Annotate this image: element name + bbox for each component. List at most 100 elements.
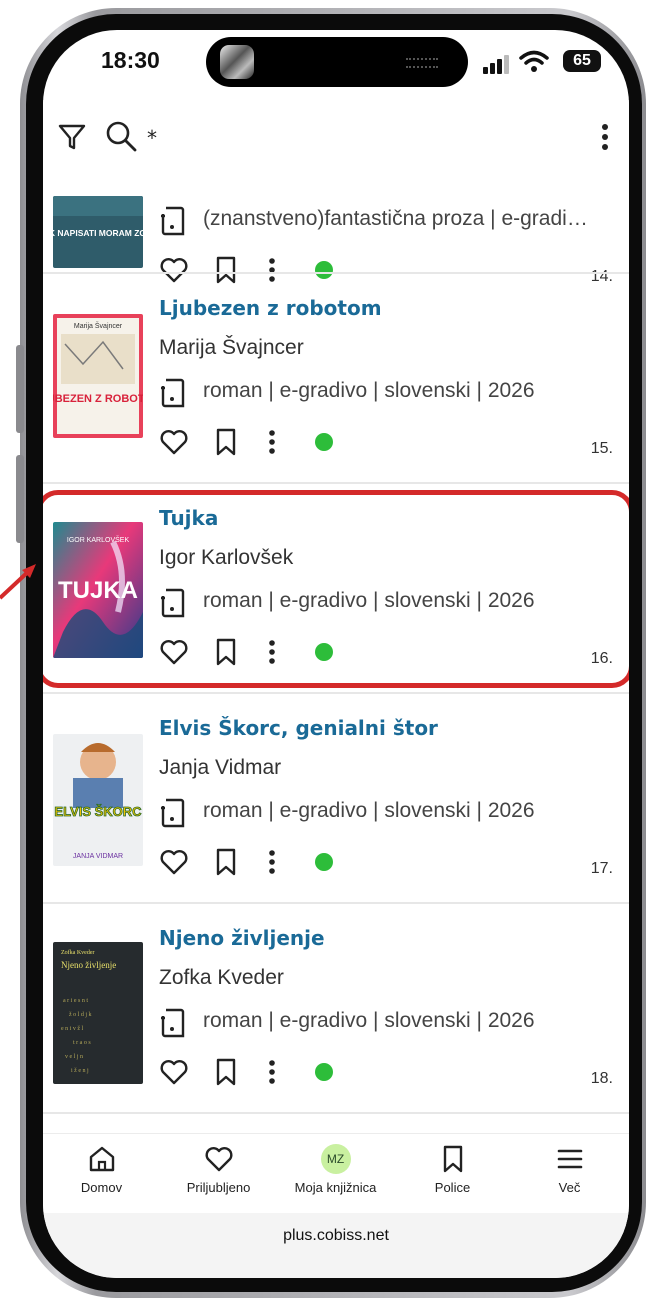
book-author[interactable]: Zofka Kveder <box>159 966 284 990</box>
item-number: 16. <box>590 650 613 667</box>
nav-home[interactable]: Domov <box>43 1144 160 1195</box>
book-author[interactable]: Marija Švajncer <box>159 336 304 360</box>
book-title-link[interactable]: Ljubezen z robotom <box>159 296 382 320</box>
nav-home-label: Domov <box>80 1180 123 1195</box>
svg-text:a r i e s n t: a r i e s n t <box>63 998 88 1004</box>
status-bar: 18:30 65 <box>43 30 629 100</box>
list-item[interactable]: AMPAK NAPISATI MORAM ZGODBO (znanstveno)… <box>43 176 629 285</box>
search-icon[interactable] <box>105 120 137 152</box>
ebook-icon <box>161 206 185 236</box>
availability-status-icon <box>315 643 333 661</box>
svg-text:t r a o s: t r a o s <box>73 1040 91 1046</box>
volume-down-button <box>16 455 24 543</box>
availability-status-icon <box>315 433 333 451</box>
avatar: MZ <box>320 1144 351 1174</box>
book-cover: IGOR KARLOVŠEK TUJKA <box>53 522 143 658</box>
nav-shelves-label: Police <box>434 1180 471 1195</box>
book-cover: Zofka Kveder Njeno življenje a r i e s n… <box>53 942 143 1084</box>
bookmark-icon[interactable] <box>213 637 239 667</box>
material-meta: roman | e-gradivo | slovenski | 2026 <box>203 379 535 402</box>
material-info: roman | e-gradivo | slovenski | 2026 <box>159 378 619 408</box>
nav-my-library[interactable]: MZ Moja knjižnica <box>277 1144 394 1195</box>
nav-favorites[interactable]: Priljubljeno <box>160 1144 277 1195</box>
cellular-signal-icon <box>483 54 513 74</box>
material-meta: roman | e-gradivo | slovenski | 2026 <box>203 589 535 612</box>
material-info: roman | e-gradivo | slovenski | 2026 <box>159 588 619 618</box>
material-meta: roman | e-gradivo | slovenski | 2026 <box>203 1009 535 1032</box>
battery-indicator: 65 <box>563 50 601 72</box>
book-cover: AMPAK NAPISATI MORAM ZGODBO <box>53 196 143 268</box>
item-number: 17. <box>590 860 613 877</box>
list-item[interactable]: Marija Švajncer LJUBEZEN Z ROBOTOM Ljube… <box>43 274 629 484</box>
volume-up-button <box>16 345 24 433</box>
list-item[interactable]: Zofka Kveder Njeno življenje a r i e s n… <box>43 904 629 1114</box>
book-author[interactable]: Igor Karlovšek <box>159 546 293 570</box>
browser-url-bar[interactable]: plus.cobiss.net <box>43 1213 629 1278</box>
cover-title: AMPAK NAPISATI MORAM ZGODBO <box>53 228 143 238</box>
svg-text:IGOR KARLOVŠEK: IGOR KARLOVŠEK <box>67 535 130 544</box>
bookmark-icon <box>443 1145 462 1173</box>
filter-icon[interactable] <box>57 122 87 152</box>
heart-icon[interactable] <box>159 847 189 877</box>
bookmark-icon[interactable] <box>213 1057 239 1087</box>
nav-favorites-label: Priljubljeno <box>186 1180 251 1195</box>
svg-text:JANJA VIDMAR: JANJA VIDMAR <box>73 853 123 860</box>
dynamic-island <box>206 37 468 87</box>
list-item[interactable]: IGOR KARLOVŠEK TUJKA Tujka Igor Karlovše… <box>43 484 629 694</box>
item-actions <box>159 1057 619 1087</box>
item-more-icon[interactable] <box>267 847 277 877</box>
nav-shelves[interactable]: Police <box>394 1144 511 1195</box>
phone-screen: 18:30 65 * NAPISATI MORAM ZG (znanstveno… <box>43 30 629 1278</box>
item-more-icon[interactable] <box>267 1057 277 1087</box>
book-author[interactable]: Janja Vidmar <box>159 756 281 780</box>
svg-text:Marija Švajncer: Marija Švajncer <box>74 321 123 330</box>
heart-icon[interactable] <box>159 1057 189 1087</box>
availability-status-icon <box>315 1063 333 1081</box>
svg-text:ž o l d j k: ž o l d j k <box>69 1012 92 1018</box>
search-query[interactable]: * <box>147 126 157 150</box>
item-more-icon[interactable] <box>267 637 277 667</box>
bookmark-icon[interactable] <box>213 847 239 877</box>
availability-status-icon <box>315 853 333 871</box>
cover-title: Njeno življenje <box>61 960 116 970</box>
nav-my-library-label: Moja knjižnica <box>294 1180 377 1195</box>
heart-icon[interactable] <box>159 637 189 667</box>
list-item[interactable]: ELVIS ŠKORC JANJA VIDMAR Elvis Škorc, ge… <box>43 694 629 904</box>
book-title-link[interactable]: Tujka <box>159 506 218 530</box>
svg-text:e n i v ž l: e n i v ž l <box>61 1026 83 1032</box>
status-time: 18:30 <box>101 47 160 73</box>
home-icon <box>89 1146 114 1172</box>
heart-icon <box>205 1147 232 1172</box>
wifi-icon <box>519 50 549 72</box>
cover-title: TUJKA <box>58 577 138 604</box>
book-cover: ELVIS ŠKORC JANJA VIDMAR <box>53 734 143 866</box>
item-number: 18. <box>590 1070 613 1087</box>
material-meta: (znanstveno)fantastična proza | e-gradi… <box>203 207 588 230</box>
divider <box>43 1112 629 1114</box>
material-info: roman | e-gradivo | slovenski | 2026 <box>159 1008 619 1038</box>
item-actions <box>159 427 619 457</box>
item-more-icon[interactable] <box>267 427 277 457</box>
ebook-icon <box>161 1008 185 1038</box>
item-actions <box>159 637 619 667</box>
heart-icon[interactable] <box>159 427 189 457</box>
cover-title: LJUBEZEN Z ROBOTOM <box>53 393 143 405</box>
nav-more[interactable]: Več <box>511 1144 628 1195</box>
menu-icon <box>557 1149 582 1169</box>
bookmark-icon[interactable] <box>213 427 239 457</box>
svg-text:Zofka Kveder: Zofka Kveder <box>61 949 94 956</box>
item-actions <box>159 847 619 877</box>
pointer-arrow-icon <box>0 564 36 600</box>
now-playing-thumbnail <box>220 45 254 79</box>
book-cover: Marija Švajncer LJUBEZEN Z ROBOTOM <box>53 314 143 438</box>
svg-text:i ž e n j: i ž e n j <box>71 1068 89 1074</box>
ebook-icon <box>161 378 185 408</box>
book-title-link[interactable]: Njeno življenje <box>159 926 325 950</box>
cover-title: ELVIS ŠKORC <box>54 804 142 819</box>
material-info: roman | e-gradivo | slovenski | 2026 <box>159 798 619 828</box>
nav-more-label: Več <box>558 1180 581 1195</box>
url-text: plus.cobiss.net <box>283 1227 389 1244</box>
book-title-link[interactable]: Elvis Škorc, genialni štor <box>159 716 438 740</box>
results-list: AMPAK NAPISATI MORAM ZGODBO (znanstveno)… <box>43 176 629 1133</box>
more-vertical-icon[interactable] <box>599 122 611 152</box>
